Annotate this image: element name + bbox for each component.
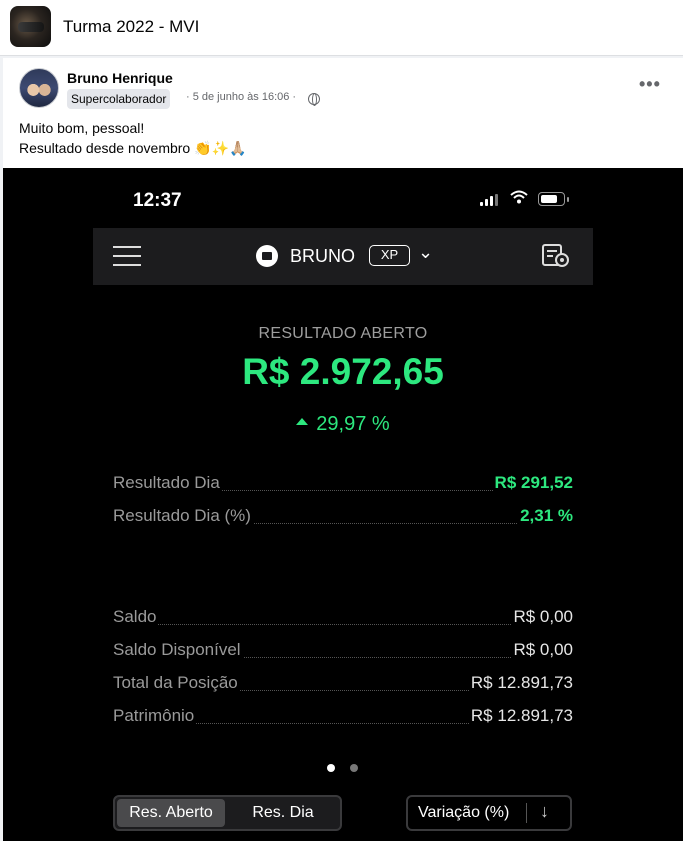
post-text-line-1: Muito bom, pessoal! [19,120,145,136]
avatar[interactable] [19,68,59,108]
status-time: 12:37 [133,190,182,211]
hamburger-menu-icon[interactable] [113,246,141,266]
triangle-up-icon [296,418,309,426]
broker-badge[interactable]: XP [369,245,410,266]
account-name[interactable]: BRUNO [290,246,355,267]
row-label: Total da Posição [113,673,240,693]
row-value: R$ 0,00 [511,607,573,627]
post-card: Bruno Henrique Supercolaborador · 5 de j… [3,58,683,841]
pager-dot[interactable] [350,764,358,772]
group-title[interactable]: Turma 2022 - MVI [63,17,199,37]
row-resultado-dia: Resultado Dia R$ 291,52 [113,473,573,497]
app-header: BRUNO XP ⌄ [93,228,593,285]
account-icon [256,245,278,267]
sort-label[interactable]: Variação (%) [418,804,509,822]
row-value: R$ 0,00 [511,640,573,660]
tab-res-aberto[interactable]: Res. Aberto [117,799,225,827]
signal-icon [480,194,500,206]
globe-icon [308,93,320,106]
row-saldo-disponivel: Saldo Disponível R$ 0,00 [113,640,573,664]
result-percent: 29,97 % [3,413,683,436]
result-percent-value: 29,97 % [316,413,390,435]
sort-control[interactable]: Variação (%) ↓ [406,795,572,831]
chevron-down-icon[interactable]: ⌄ [418,242,433,263]
post-image[interactable]: 12:37 BRUNO XP ⌄ RESULTADO ABERTO R$ 2.9… [3,168,683,841]
row-label: Resultado Dia (%) [113,506,253,526]
row-resultado-dia-pct: Resultado Dia (%) 2,31 % [113,506,573,530]
row-label: Saldo [113,607,159,627]
arrow-down-icon[interactable]: ↓ [540,801,549,822]
portfolio-settings-icon[interactable] [541,241,571,269]
post-text-line-2: Resultado desde novembro 👏✨🙏🏼 [19,140,247,156]
row-label: Saldo Disponível [113,640,243,660]
row-patrimonio: Patrimônio R$ 12.891,73 [113,706,573,730]
row-value: 2,31 % [518,506,573,526]
group-thumbnail[interactable] [10,6,51,47]
battery-icon [538,192,569,206]
row-value: R$ 12.891,73 [468,706,573,726]
result-value: R$ 2.972,65 [242,351,444,392]
group-header: Turma 2022 - MVI [0,0,683,56]
row-label: Resultado Dia [113,473,222,493]
tab-res-dia[interactable]: Res. Dia [227,799,339,827]
author-badge[interactable]: Supercolaborador [67,89,171,109]
pager-dot-active[interactable] [327,764,335,772]
more-options-icon[interactable]: ••• [639,74,661,95]
row-value: R$ 12.891,73 [468,673,573,693]
post-timestamp[interactable]: · 5 de junho às 16:06 · [186,91,296,103]
row-label: Patrimônio [113,706,197,726]
row-value: R$ 291,52 [492,473,573,493]
post-author[interactable]: Bruno Henrique [67,70,173,86]
result-label: RESULTADO ABERTO [258,325,428,342]
row-saldo: Saldo R$ 0,00 [113,607,573,631]
row-total-posicao: Total da Posição R$ 12.891,73 [113,673,573,697]
wifi-icon [510,190,528,204]
result-segmented-control: Res. Aberto Res. Dia [113,795,342,831]
